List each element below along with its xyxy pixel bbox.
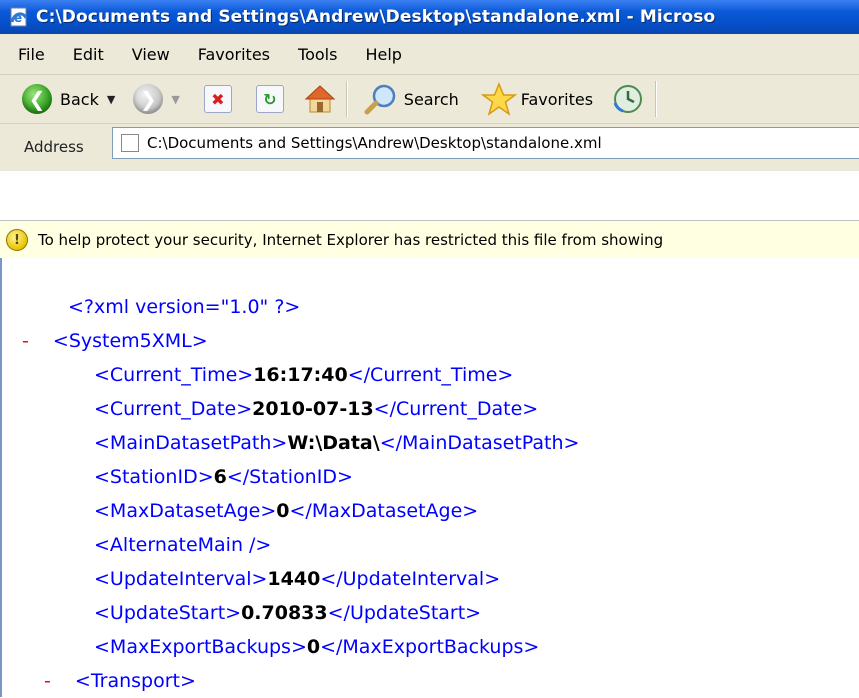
search-label: Search — [403, 89, 459, 109]
collapse-toggle[interactable]: - — [22, 330, 29, 352]
menu-favorites[interactable]: Favorites — [198, 45, 270, 64]
xml-element: <UpdateInterval>1440</UpdateInterval> — [94, 568, 501, 590]
xml-element: <MaxExportBackups>0</MaxExportBackups> — [94, 636, 540, 658]
menu-edit[interactable]: Edit — [73, 45, 104, 64]
favorites-star-icon — [480, 82, 517, 116]
search-icon — [364, 84, 396, 115]
xml-element: <UpdateStart>0.70833</UpdateStart> — [94, 602, 482, 624]
xml-element: <MainDatasetPath>W:\Data\</MainDatasetPa… — [94, 432, 580, 454]
forward-button[interactable]: ❯ ▼ — [133, 84, 180, 114]
menu-file[interactable]: File — [18, 45, 45, 64]
xml-element: <Current_Date>2010-07-13</Current_Date> — [94, 398, 539, 420]
info-bar-text: To help protect your security, Internet … — [38, 231, 664, 249]
toolbar: ❮ Back ▼ ❯ ▼ ✖ ↻ Search Favorites Addres… — [0, 75, 859, 171]
warning-shield-icon: ! — [6, 229, 28, 251]
address-label: Address — [24, 138, 84, 156]
refresh-icon: ↻ — [255, 85, 284, 113]
refresh-button[interactable]: ↻ — [255, 85, 284, 113]
xml-element: <MaxDatasetAge>0</MaxDatasetAge> — [94, 500, 479, 522]
collapse-toggle-transport[interactable]: - — [44, 670, 51, 692]
history-button[interactable] — [611, 83, 645, 115]
menu-tools[interactable]: Tools — [298, 45, 337, 64]
page-icon — [121, 134, 139, 152]
toolbar-separator-2 — [655, 81, 658, 117]
stop-icon: ✖ — [203, 85, 232, 113]
back-dropdown-icon[interactable]: ▼ — [107, 93, 115, 106]
history-icon — [613, 85, 643, 113]
home-icon — [304, 85, 336, 113]
back-button[interactable]: ❮ Back ▼ — [22, 84, 115, 114]
title-bar[interactable]: e C:\Documents and Settings\Andrew\Deskt… — [0, 0, 859, 34]
svg-text:e: e — [14, 11, 22, 25]
back-label: Back — [60, 89, 99, 109]
back-arrow-icon: ❮ — [22, 84, 52, 114]
search-button[interactable]: Search — [364, 83, 459, 115]
xml-declaration: <?xml version="1.0" ?> — [68, 296, 301, 318]
address-url[interactable]: C:\Documents and Settings\Andrew\Desktop… — [147, 134, 602, 152]
security-info-bar[interactable]: ! To help protect your security, Interne… — [0, 220, 859, 260]
xml-element: <StationID>6</StationID> — [94, 466, 353, 488]
transport-element-line: - <Transport> — [44, 670, 196, 692]
xml-element: <AlternateMain /> — [94, 534, 272, 556]
address-field[interactable]: C:\Documents and Settings\Andrew\Desktop… — [112, 127, 859, 159]
forward-dropdown-icon[interactable]: ▼ — [171, 93, 179, 106]
favorites-label: Favorites — [520, 89, 594, 109]
forward-arrow-icon: ❯ — [133, 84, 164, 114]
xml-element: <Current_Time>16:17:40</Current_Time> — [94, 364, 514, 386]
menu-bar: File Edit View Favorites Tools Help — [0, 34, 859, 75]
ie-page-icon: e — [8, 6, 30, 28]
menu-view[interactable]: View — [132, 45, 170, 64]
stop-button[interactable]: ✖ — [203, 85, 232, 113]
root-element-line: - <System5XML> — [22, 330, 208, 352]
home-button[interactable] — [304, 84, 336, 114]
favorites-button[interactable]: Favorites — [480, 82, 594, 116]
menu-help[interactable]: Help — [365, 45, 401, 64]
window-title: C:\Documents and Settings\Andrew\Desktop… — [36, 7, 716, 27]
xml-content: <?xml version="1.0" ?> - <System5XML> <C… — [0, 258, 859, 697]
toolbar-separator — [345, 81, 348, 117]
